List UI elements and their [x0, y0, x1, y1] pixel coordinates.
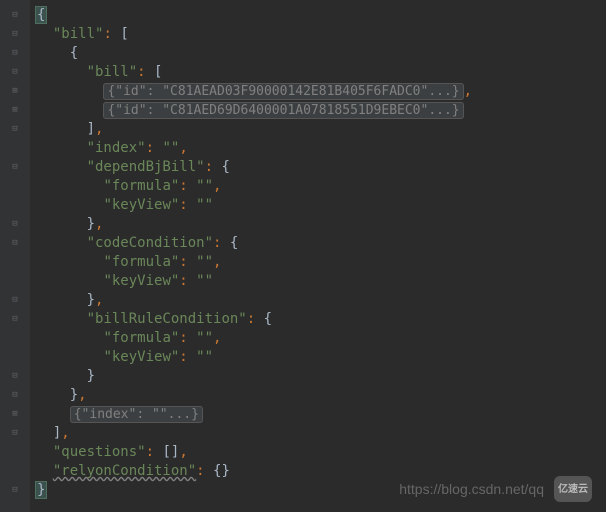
fold-minus-icon[interactable]: ⊟ — [0, 25, 30, 44]
fold-gap — [0, 348, 30, 367]
json-key: "bill" — [87, 64, 138, 80]
folded-region[interactable]: {"index": ""...} — [70, 406, 203, 423]
fold-minus-icon[interactable]: ⊟ — [0, 63, 30, 82]
json-key: "questions" — [53, 444, 146, 460]
fold-end-icon[interactable]: ⊟ — [0, 291, 30, 310]
json-key-warning: "relyonCondition" — [53, 463, 196, 479]
fold-gap — [0, 272, 30, 291]
json-key: "index" — [87, 140, 146, 156]
fold-minus-icon[interactable]: ⊟ — [0, 234, 30, 253]
fold-gap — [0, 177, 30, 196]
fold-end-icon[interactable]: ⊟ — [0, 424, 30, 443]
json-key: "bill" — [53, 26, 104, 42]
fold-plus-icon[interactable]: ⊞ — [0, 405, 30, 424]
folded-region[interactable]: {"id": "C81AEAD03F90000142E81B405F6FADC0… — [103, 83, 463, 100]
close-brace: } — [36, 482, 46, 498]
fold-gap — [0, 253, 30, 272]
fold-gap — [0, 443, 30, 462]
fold-gap — [0, 462, 30, 481]
fold-end-icon[interactable]: ⊟ — [0, 120, 30, 139]
json-key: "keyView" — [103, 349, 179, 365]
json-key: "formula" — [103, 178, 179, 194]
fold-plus-icon[interactable]: ⊞ — [0, 101, 30, 120]
fold-minus-icon[interactable]: ⊟ — [0, 6, 30, 25]
json-key: "formula" — [103, 330, 179, 346]
json-key: "keyView" — [103, 273, 179, 289]
json-key: "codeCondition" — [87, 235, 213, 251]
fold-gap — [0, 329, 30, 348]
open-brace: { — [36, 7, 46, 23]
json-key: "keyView" — [103, 197, 179, 213]
watermark: https://blog.csdn.net/qq 亿速云 — [399, 476, 592, 502]
fold-gap — [0, 196, 30, 215]
json-key: "formula" — [103, 254, 179, 270]
fold-end-icon[interactable]: ⊟ — [0, 215, 30, 234]
fold-minus-icon[interactable]: ⊟ — [0, 158, 30, 177]
fold-end-icon[interactable]: ⊟ — [0, 367, 30, 386]
fold-minus-icon[interactable]: ⊟ — [0, 44, 30, 63]
folded-region[interactable]: {"id": "C81AED69D6400001A07818551D9EBEC0… — [103, 102, 463, 119]
json-key: "dependBjBill" — [87, 159, 205, 175]
fold-gap — [0, 139, 30, 158]
json-key: "billRuleCondition" — [87, 311, 247, 327]
fold-gutter: ⊟ ⊟ ⊟ ⊟ ⊞ ⊞ ⊟ ⊟ ⊟ ⊟ ⊟ ⊟ ⊟ ⊟ ⊞ ⊟ ⊟ — [0, 0, 30, 512]
fold-end-icon[interactable]: ⊟ — [0, 386, 30, 405]
fold-plus-icon[interactable]: ⊞ — [0, 82, 30, 101]
fold-end-icon[interactable]: ⊟ — [0, 481, 30, 500]
logo-badge: 亿速云 — [554, 476, 592, 502]
watermark-url: https://blog.csdn.net/qq — [399, 480, 544, 499]
fold-minus-icon[interactable]: ⊟ — [0, 310, 30, 329]
code-editor[interactable]: { "bill": [ { "bill": [ {"id": "C81AEAD0… — [30, 0, 606, 512]
